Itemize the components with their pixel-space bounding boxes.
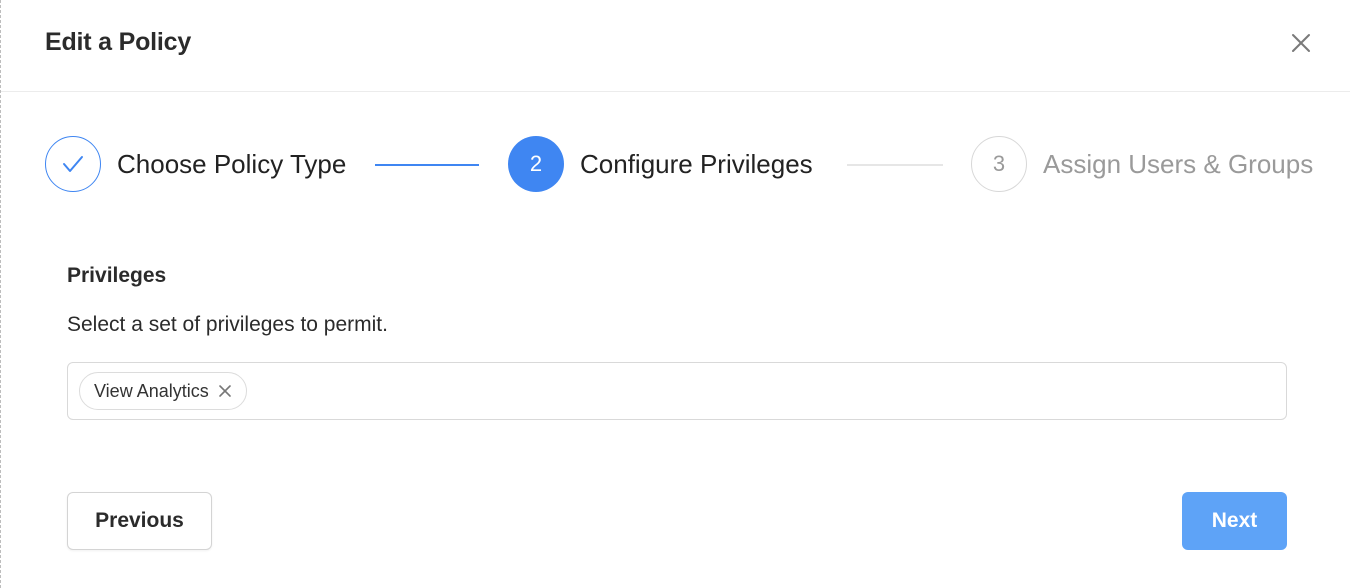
modal-header: Edit a Policy bbox=[1, 0, 1350, 92]
privilege-chip-label: View Analytics bbox=[94, 380, 209, 401]
previous-button[interactable]: Previous bbox=[67, 492, 212, 550]
step-2-indicator: 2 bbox=[508, 136, 564, 192]
step-connector-2 bbox=[847, 164, 943, 166]
close-icon bbox=[218, 385, 231, 397]
privileges-multiselect[interactable]: View Analytics bbox=[67, 362, 1287, 420]
next-button[interactable]: Next bbox=[1182, 492, 1287, 550]
step-connector-1 bbox=[375, 164, 479, 166]
privileges-heading: Privileges bbox=[67, 264, 167, 287]
step-3-indicator: 3 bbox=[971, 136, 1027, 192]
policy-stepper: Choose Policy Type 2 Configure Privilege… bbox=[1, 135, 1350, 195]
modal-title: Edit a Policy bbox=[45, 28, 192, 56]
close-button[interactable] bbox=[1287, 29, 1315, 57]
privilege-chip: View Analytics bbox=[79, 372, 247, 410]
step-1-indicator bbox=[45, 136, 101, 192]
checkmark-icon bbox=[63, 156, 83, 172]
remove-privilege-button[interactable] bbox=[218, 384, 232, 398]
close-icon bbox=[1292, 34, 1310, 52]
privileges-description: Select a set of privileges to permit. bbox=[67, 313, 388, 336]
edit-policy-modal: Edit a Policy Choose Policy Type 2 Confi… bbox=[0, 0, 1350, 588]
step-1-label: Choose Policy Type bbox=[117, 149, 347, 179]
step-3-label: Assign Users & Groups bbox=[1043, 149, 1314, 179]
step-2-label: Configure Privileges bbox=[580, 149, 813, 179]
